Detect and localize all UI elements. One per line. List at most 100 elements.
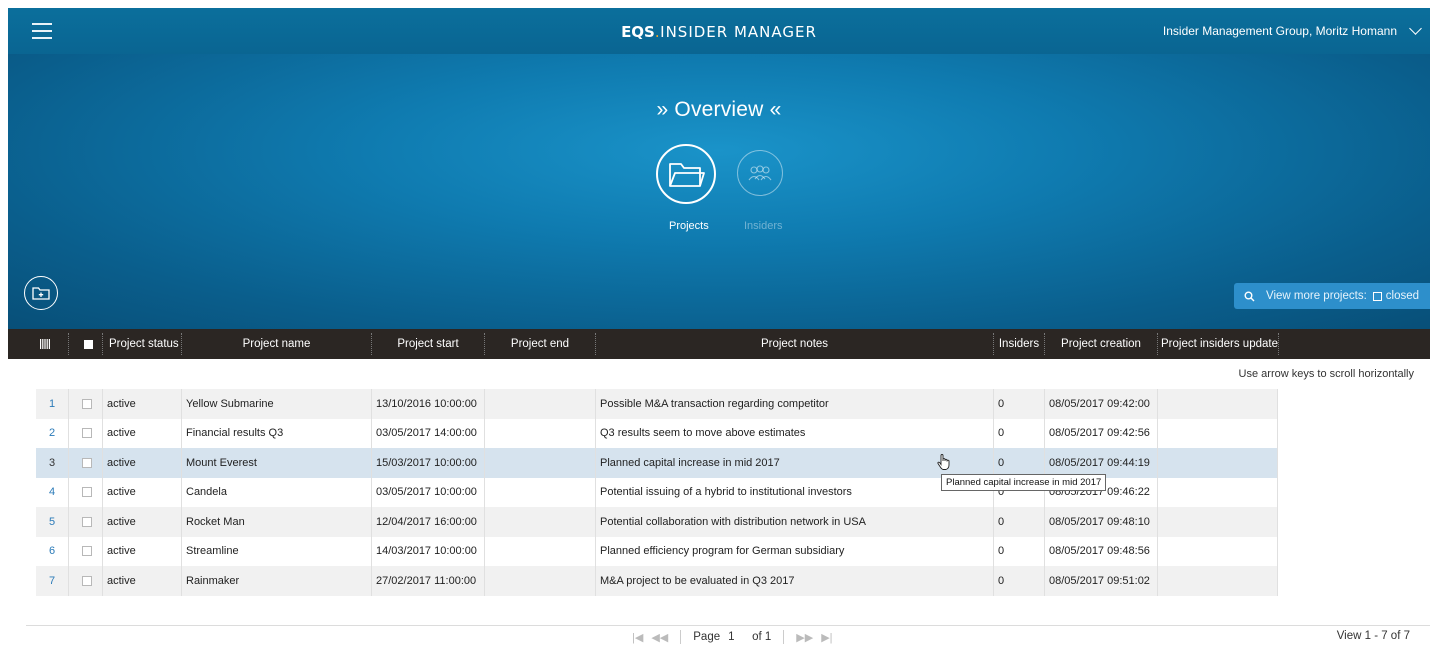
last-page-icon[interactable]: ▶| <box>821 631 832 644</box>
cell-status: active <box>107 486 136 499</box>
row-number: 1 <box>48 397 56 410</box>
project-table-body: 1 active Yellow Submarine 13/10/2016 10:… <box>36 389 1278 596</box>
cell-project-creation: 08/05/2017 09:42:56 <box>1049 427 1150 440</box>
scroll-hint: Use arrow keys to scroll horizontally <box>1238 368 1414 380</box>
col-project-end[interactable]: Project end <box>485 329 595 359</box>
insiders-mode-label[interactable]: Insiders <box>744 220 783 232</box>
cell-insiders: 0 <box>998 397 1005 410</box>
pagination: |◀ ◀◀ Page 1 of 1 ▶▶ ▶| <box>632 630 833 644</box>
cell-project-start: 03/05/2017 14:00:00 <box>376 427 477 440</box>
notes-tooltip: Planned capital increase in mid 2017 <box>941 474 1107 491</box>
cell-status: active <box>107 456 136 469</box>
cell-project-notes: M&A project to be evaluated in Q3 2017 <box>600 574 795 587</box>
columns-icon[interactable] <box>34 329 56 359</box>
cell-insiders: 0 <box>998 515 1005 528</box>
table-row[interactable]: 1 active Yellow Submarine 13/10/2016 10:… <box>36 389 1278 419</box>
col-project-insiders-update[interactable]: Project insiders update <box>1157 329 1278 359</box>
overview-hero: » Overview « Projects Insiders View more… <box>8 54 1430 329</box>
view-more-projects-label: View more projects: <box>1266 290 1367 302</box>
cell-project-name: Mount Everest <box>186 456 257 469</box>
folder-icon <box>669 163 705 187</box>
project-filter-bar: View more projects: closed <box>1234 283 1430 309</box>
cell-status: active <box>107 515 136 528</box>
cell-project-name: Rainmaker <box>186 574 240 587</box>
table-row[interactable]: 6 active Streamline 14/03/2017 10:00:00 … <box>36 536 1278 567</box>
row-checkbox[interactable] <box>82 566 92 596</box>
page-number-input[interactable]: 1 <box>728 631 744 643</box>
cell-project-notes: Planned efficiency program for German su… <box>600 545 845 558</box>
cell-project-start: 03/05/2017 10:00:00 <box>376 486 477 499</box>
row-number: 2 <box>48 427 56 440</box>
row-number: 6 <box>48 545 56 558</box>
cell-project-name: Streamline <box>186 545 239 558</box>
table-row[interactable]: 7 active Rainmaker 27/02/2017 11:00:00 M… <box>36 566 1278 596</box>
cell-project-notes: Potential collaboration with distributio… <box>600 515 866 528</box>
cell-insiders: 0 <box>998 574 1005 587</box>
page-label: Page <box>693 631 721 643</box>
cell-status: active <box>107 545 136 558</box>
cell-status: active <box>107 427 136 440</box>
closed-projects-checkbox[interactable] <box>1372 291 1382 301</box>
add-project-button[interactable] <box>24 276 58 310</box>
row-checkbox[interactable] <box>82 419 92 449</box>
insiders-mode-button[interactable] <box>730 144 790 196</box>
table-row[interactable]: 2 active Financial results Q3 03/05/2017… <box>36 418 1278 449</box>
page-of-label: of 1 <box>752 631 772 643</box>
row-number: 7 <box>48 574 56 587</box>
prev-page-icon[interactable]: ◀◀ <box>651 631 668 644</box>
row-checkbox[interactable] <box>82 389 92 419</box>
next-page-icon[interactable]: ▶▶ <box>796 631 813 644</box>
col-project-notes[interactable]: Project notes <box>596 329 993 359</box>
row-checkbox[interactable] <box>82 448 92 478</box>
cell-insiders: 0 <box>998 427 1005 440</box>
cell-project-creation: 08/05/2017 09:42:00 <box>1049 397 1150 410</box>
cell-project-name: Candela <box>186 486 227 499</box>
search-icon[interactable] <box>1234 291 1264 302</box>
closed-projects-label[interactable]: closed <box>1386 290 1419 302</box>
cell-project-name: Financial results Q3 <box>186 427 284 440</box>
cell-status: active <box>107 574 136 587</box>
row-number: 3 <box>48 456 56 469</box>
footer-divider <box>26 625 1430 626</box>
row-checkbox[interactable] <box>82 507 92 537</box>
col-project-start[interactable]: Project start <box>372 329 484 359</box>
col-project-name[interactable]: Project name <box>182 329 371 359</box>
row-checkbox[interactable] <box>82 537 92 567</box>
col-project-status[interactable]: Project status <box>103 329 181 359</box>
projects-mode-button[interactable] <box>656 144 716 204</box>
select-all-checkbox[interactable] <box>78 329 98 359</box>
row-number: 5 <box>48 515 56 528</box>
people-icon <box>748 165 772 181</box>
cell-project-notes: Q3 results seem to move above estimates <box>600 427 806 440</box>
cell-project-notes: Planned capital increase in mid 2017 <box>600 456 780 469</box>
cell-project-creation: 08/05/2017 09:48:10 <box>1049 515 1150 528</box>
cell-project-start: 15/03/2017 10:00:00 <box>376 456 477 469</box>
cell-project-name: Rocket Man <box>186 515 245 528</box>
add-folder-icon <box>32 287 50 300</box>
cell-project-start: 14/03/2017 10:00:00 <box>376 545 477 558</box>
cell-project-notes: Possible M&A transaction regarding compe… <box>600 397 829 410</box>
cell-project-start: 27/02/2017 11:00:00 <box>376 574 477 587</box>
user-menu[interactable]: Insider Management Group, Moritz Homann <box>1162 22 1422 38</box>
chevron-down-icon <box>1409 22 1422 35</box>
top-bar: EQS.INSIDER MANAGER Insider Management G… <box>8 8 1430 54</box>
cell-project-creation: 08/05/2017 09:48:56 <box>1049 545 1150 558</box>
cell-project-name: Yellow Submarine <box>186 397 274 410</box>
col-project-creation[interactable]: Project creation <box>1045 329 1157 359</box>
table-header: Project status Project name Project star… <box>8 329 1430 359</box>
hand-cursor-icon <box>937 454 950 470</box>
view-count: View 1 - 7 of 7 <box>1336 630 1410 642</box>
cell-project-start: 13/10/2016 10:00:00 <box>376 397 477 410</box>
cell-project-start: 12/04/2017 16:00:00 <box>376 515 477 528</box>
col-insiders[interactable]: Insiders <box>994 329 1044 359</box>
cell-project-creation: 08/05/2017 09:51:02 <box>1049 574 1150 587</box>
user-name: Insider Management Group, Moritz Homann <box>1162 24 1397 38</box>
row-checkbox[interactable] <box>82 478 92 508</box>
table-row[interactable]: 5 active Rocket Man 12/04/2017 16:00:00 … <box>36 507 1278 537</box>
row-number: 4 <box>48 486 56 499</box>
projects-mode-label[interactable]: Projects <box>669 220 709 232</box>
page-title: » Overview « <box>656 98 782 121</box>
first-page-icon[interactable]: |◀ <box>632 631 643 644</box>
cell-status: active <box>107 397 136 410</box>
cell-project-notes: Potential issuing of a hybrid to institu… <box>600 486 852 499</box>
